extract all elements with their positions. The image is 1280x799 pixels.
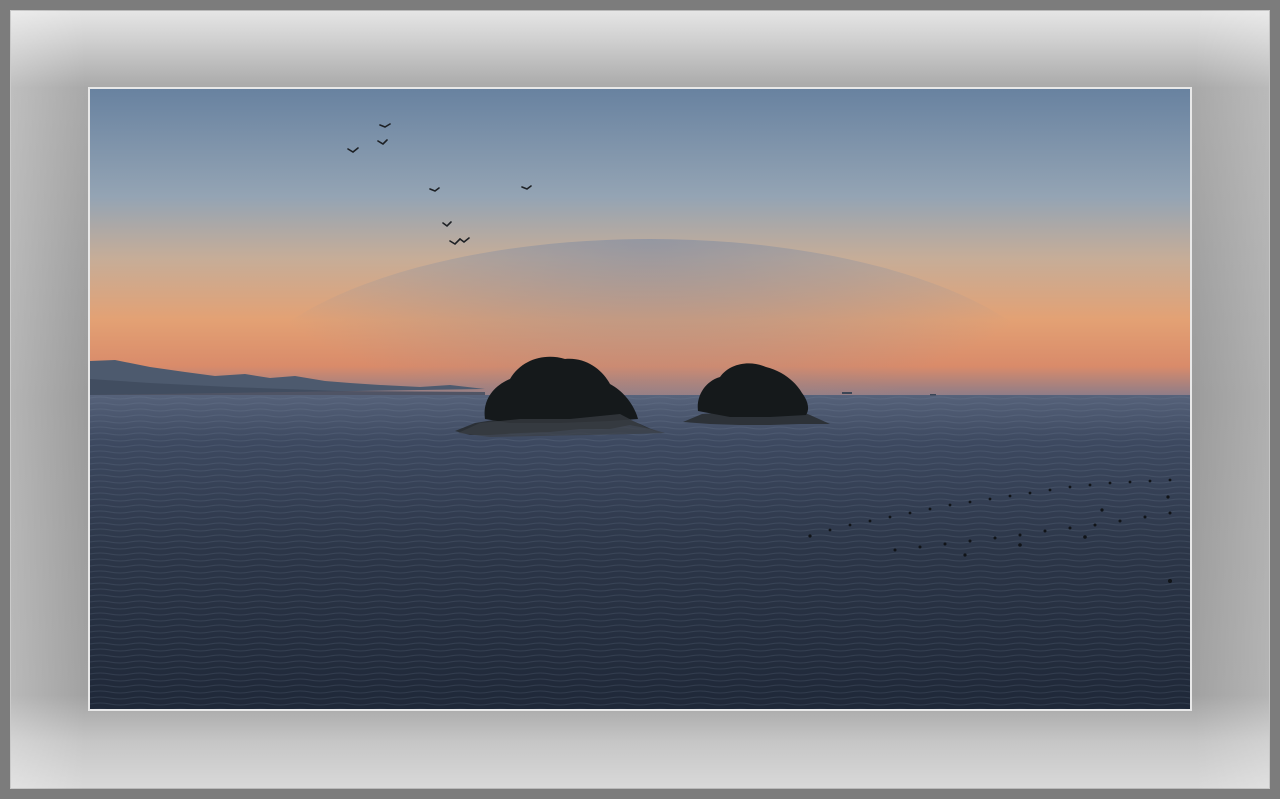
sunset-photo xyxy=(90,89,1190,709)
